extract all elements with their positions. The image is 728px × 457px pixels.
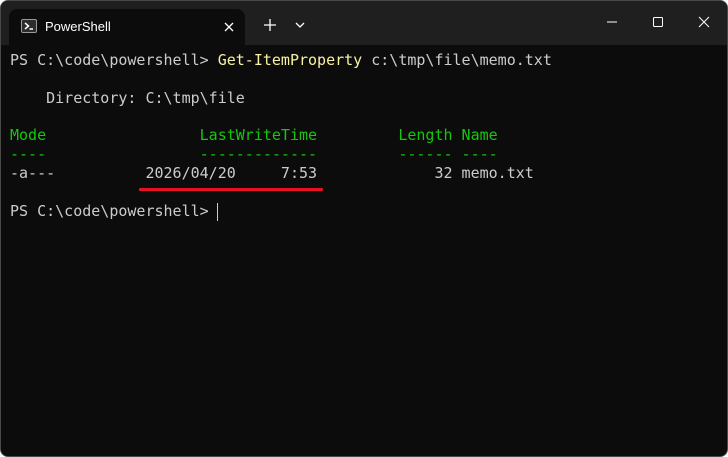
maximize-icon bbox=[653, 17, 663, 27]
prompt-line: PS C:\code\powershell> bbox=[10, 202, 218, 220]
tab-close-icon[interactable] bbox=[221, 19, 237, 35]
prompt: PS C:\code\powershell> bbox=[10, 51, 218, 69]
close-button[interactable] bbox=[681, 1, 727, 41]
command-args: c:\tmp\file\memo.txt bbox=[362, 51, 552, 69]
table-header: Mode LastWriteTime Length Name bbox=[10, 126, 498, 144]
table-separator: ---- ------------- ------ ---- bbox=[10, 145, 498, 163]
plus-icon[interactable] bbox=[259, 14, 281, 36]
close-icon bbox=[698, 16, 710, 28]
command-name: Get-ItemProperty bbox=[217, 51, 363, 69]
chevron-down-icon[interactable] bbox=[289, 14, 311, 36]
title-bar[interactable]: PowerShell bbox=[1, 1, 727, 45]
table-row: -a--- 2026/04/20 7:53 32 memo.txt bbox=[10, 164, 534, 182]
minimize-button[interactable] bbox=[589, 1, 635, 41]
terminal-window: PowerShell PS C:\code\powershell> Get-It… bbox=[0, 0, 728, 457]
terminal-output[interactable]: PS C:\code\powershell> Get-ItemProperty … bbox=[1, 45, 727, 456]
tab-title: PowerShell bbox=[45, 19, 111, 34]
maximize-button[interactable] bbox=[635, 1, 681, 41]
highlight-underline bbox=[139, 188, 323, 191]
minimize-icon bbox=[607, 21, 617, 23]
text-cursor bbox=[217, 203, 218, 221]
powershell-icon bbox=[21, 19, 37, 33]
tab-powershell[interactable]: PowerShell bbox=[9, 9, 245, 45]
directory-line: Directory: C:\tmp\file bbox=[10, 89, 245, 107]
command-line: PS C:\code\powershell> Get-ItemProperty … bbox=[10, 51, 552, 69]
